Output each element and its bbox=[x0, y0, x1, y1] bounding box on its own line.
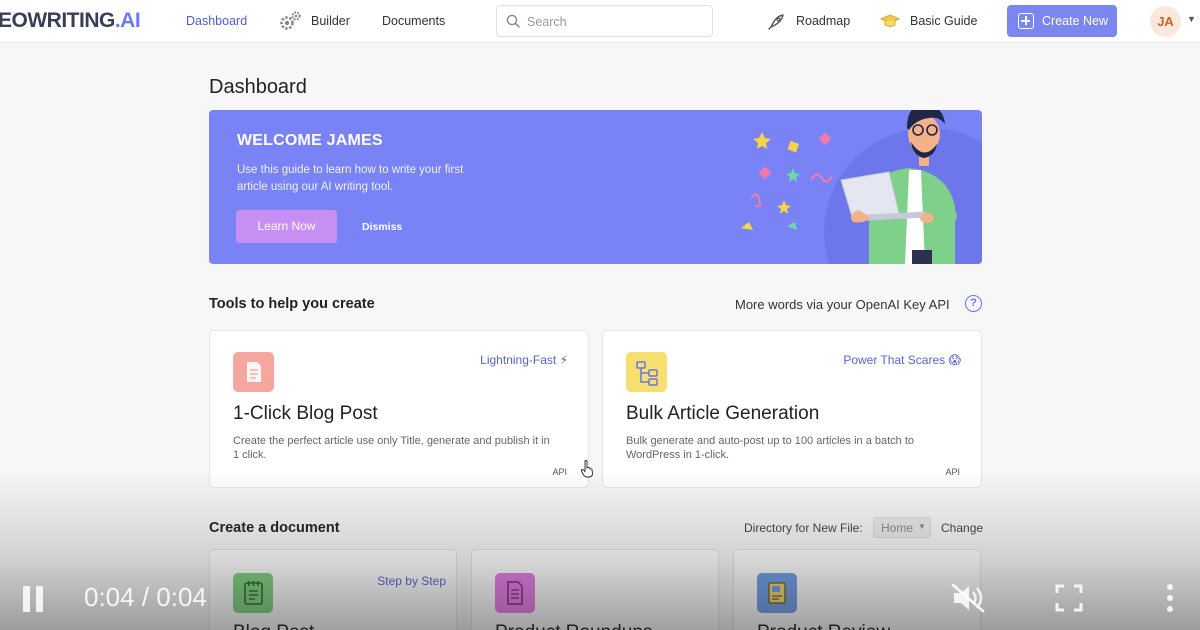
tool-card-1-click-blog-post[interactable]: Lightning-Fast ⚡ 1-Click Blog Post Creat… bbox=[209, 330, 589, 488]
help-icon[interactable]: ? bbox=[965, 295, 982, 312]
pause-icon[interactable] bbox=[22, 586, 44, 612]
flowchart-icon bbox=[626, 352, 667, 392]
page-title: Dashboard bbox=[209, 76, 307, 98]
notebook-icon bbox=[233, 573, 273, 613]
scared-face-icon: 😱 bbox=[948, 353, 961, 367]
tool-card-title: Bulk Article Generation bbox=[626, 403, 820, 424]
doc-card-title: Blog Post bbox=[233, 622, 314, 630]
doc-card-title: Product Review bbox=[757, 622, 890, 630]
create-new-button[interactable]: Create New bbox=[1007, 5, 1117, 37]
add-icon bbox=[1018, 13, 1034, 29]
rocket-icon bbox=[768, 14, 784, 30]
nav-builder[interactable]: Builder bbox=[311, 14, 350, 28]
badge-step-by-step: Step by Step bbox=[377, 574, 446, 588]
create-new-label: Create New bbox=[1042, 14, 1108, 28]
doc-card-title: Product Roundups bbox=[495, 622, 652, 630]
nav-basic-guide[interactable]: Basic Guide bbox=[910, 14, 977, 28]
nav-dashboard[interactable]: Dashboard bbox=[186, 14, 247, 28]
logo-text: EOWRITING bbox=[0, 9, 115, 32]
change-directory-link[interactable]: Change bbox=[941, 521, 983, 535]
tool-card-bulk-article-generation[interactable]: Power That Scares 😱 Bulk Article Generat… bbox=[602, 330, 982, 488]
chevron-down-icon[interactable]: ▼ bbox=[1187, 14, 1196, 24]
lightning-icon: ⚡ bbox=[559, 353, 568, 367]
directory-label: Directory for New File: bbox=[744, 521, 863, 535]
tool-card-description: Bulk generate and auto-post up to 100 ar… bbox=[626, 435, 915, 461]
nav-documents[interactable]: Documents bbox=[382, 14, 445, 28]
doc-card-product-roundups[interactable]: Product Roundups bbox=[471, 549, 719, 630]
hand-cursor-icon bbox=[580, 460, 593, 478]
directory-value: Home bbox=[881, 521, 914, 535]
logo-suffix: .AI bbox=[114, 9, 141, 32]
welcome-banner: WELCOME JAMES Use this guide to learn ho… bbox=[209, 110, 982, 264]
search-input[interactable] bbox=[527, 13, 702, 30]
tool-card-title: 1-Click Blog Post bbox=[233, 403, 378, 424]
tool-card-description: Create the perfect article use only Titl… bbox=[233, 435, 550, 461]
api-tag: API bbox=[945, 467, 960, 477]
banner-illustration bbox=[741, 110, 957, 264]
top-navigation: EOWRITING.AI Dashboard Builder Documents… bbox=[0, 0, 1200, 43]
avatar[interactable]: JA bbox=[1150, 6, 1181, 37]
doc-card-product-review[interactable]: Product Review bbox=[733, 549, 981, 630]
api-tag: API bbox=[552, 467, 567, 477]
learn-now-button[interactable]: Learn Now bbox=[236, 210, 337, 243]
directory-select[interactable]: Home ▼ bbox=[873, 517, 931, 538]
doc-card-blog-post[interactable]: Step by Step Blog Post bbox=[209, 549, 457, 630]
documents-section-title: Create a document bbox=[209, 520, 340, 536]
mute-icon[interactable] bbox=[950, 582, 986, 614]
nav-roadmap[interactable]: Roadmap bbox=[796, 14, 850, 28]
review-document-icon bbox=[757, 573, 797, 613]
tools-section-title: Tools to help you create bbox=[209, 296, 375, 312]
graduation-cap-icon bbox=[880, 14, 900, 27]
openai-key-api-link[interactable]: More words via your OpenAI Key API bbox=[735, 297, 950, 312]
chevron-down-icon: ▼ bbox=[918, 522, 926, 531]
video-time: 0:04 / 0:04 bbox=[84, 582, 207, 612]
search-box[interactable] bbox=[496, 5, 713, 37]
banner-description: Use this guide to learn how to write you… bbox=[237, 164, 464, 193]
more-options-icon[interactable] bbox=[1166, 584, 1174, 612]
fullscreen-icon[interactable] bbox=[1055, 584, 1083, 612]
document-icon bbox=[233, 352, 274, 392]
banner-heading: WELCOME JAMES bbox=[237, 132, 383, 149]
dismiss-button[interactable]: Dismiss bbox=[362, 221, 402, 233]
gears-icon bbox=[280, 11, 301, 30]
badge-lightning-fast: Lightning-Fast ⚡ bbox=[480, 353, 568, 367]
badge-power-that-scares: Power That Scares 😱 bbox=[843, 353, 961, 367]
list-document-icon bbox=[495, 573, 535, 613]
logo[interactable]: EOWRITING.AI bbox=[0, 9, 141, 33]
search-icon bbox=[506, 14, 520, 28]
